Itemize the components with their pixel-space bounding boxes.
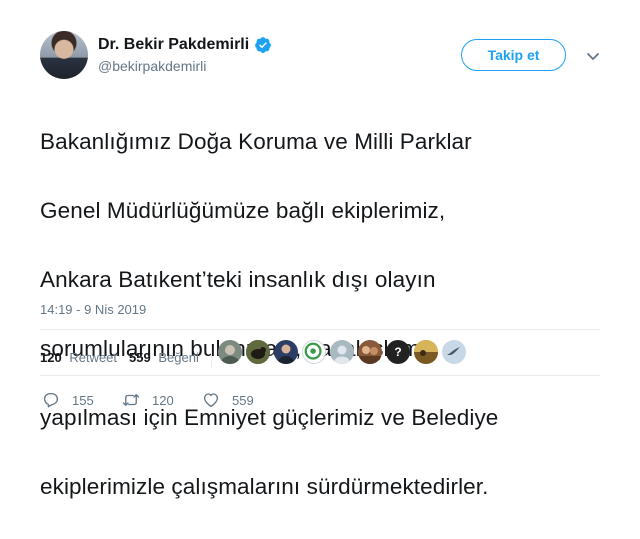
animal-photo-icon[interactable] [246,340,270,364]
tweet-text-line: Ankara Batıkent’teki insanlık dışı olayı… [40,266,436,292]
question-mark-icon[interactable]: ? [386,340,410,364]
like-stat-count: 559 [129,349,151,365]
engagement-stats: 120 Retweet 559 Beğeni [40,346,222,368]
tweet-text-line: Genel Müdürlüğümüze bağlı ekiplerimiz, [40,197,446,223]
tweet-card: Dr. Bekir Pakdemirli @bekirpakdemirli Ta… [0,0,640,499]
reply-count: 155 [72,392,94,408]
avatar[interactable] [40,31,88,79]
reply-button[interactable]: 155 [42,391,122,409]
retweet-stat-label: Retweet [69,349,118,365]
like-count: 559 [232,392,254,408]
person-suit-icon[interactable] [274,340,298,364]
default-profile-icon[interactable] [330,340,354,364]
tweet-timestamp[interactable]: 14:19 - 9 Nis 2019 [40,302,146,317]
divider [40,329,600,330]
like-stat[interactable]: 559 Beğeni [129,350,199,365]
divider [40,375,600,376]
retweet-stat[interactable]: 120 Retweet [40,350,117,365]
tweet-actions: 155 120 559 [42,391,254,409]
like-button[interactable]: 559 [202,391,254,409]
outdoor-photo-icon[interactable] [414,340,438,364]
retweet-icon [122,394,140,406]
verified-badge-icon [255,37,272,53]
author-handle[interactable]: @bekirpakdemirli [98,58,206,74]
stat-separator [210,346,212,368]
follow-button[interactable]: Takip et [461,39,566,71]
reply-icon [43,392,59,408]
people-photo-icon[interactable] [358,340,382,364]
tweet-text-line: Bakanlığımız Doğa Koruma ve Milli Parkla… [40,128,472,154]
chevron-down-icon[interactable] [583,46,603,66]
emblem-green-icon[interactable] [302,340,326,364]
bird-icon[interactable] [442,340,466,364]
tweet-text-line: ekiplerimizle çalışmalarını sürdürmekted… [40,473,489,499]
display-name[interactable]: Dr. Bekir Pakdemirli [98,36,249,54]
like-stat-label: Beğeni [158,349,199,365]
retweet-stat-count: 120 [40,349,62,365]
heart-icon [203,393,219,408]
retweet-button[interactable]: 120 [122,391,202,409]
liker-avatars: ? [218,340,466,364]
author-name-row[interactable]: Dr. Bekir Pakdemirli [98,36,272,54]
person-photo-icon[interactable] [218,340,242,364]
retweet-count: 120 [152,392,174,408]
